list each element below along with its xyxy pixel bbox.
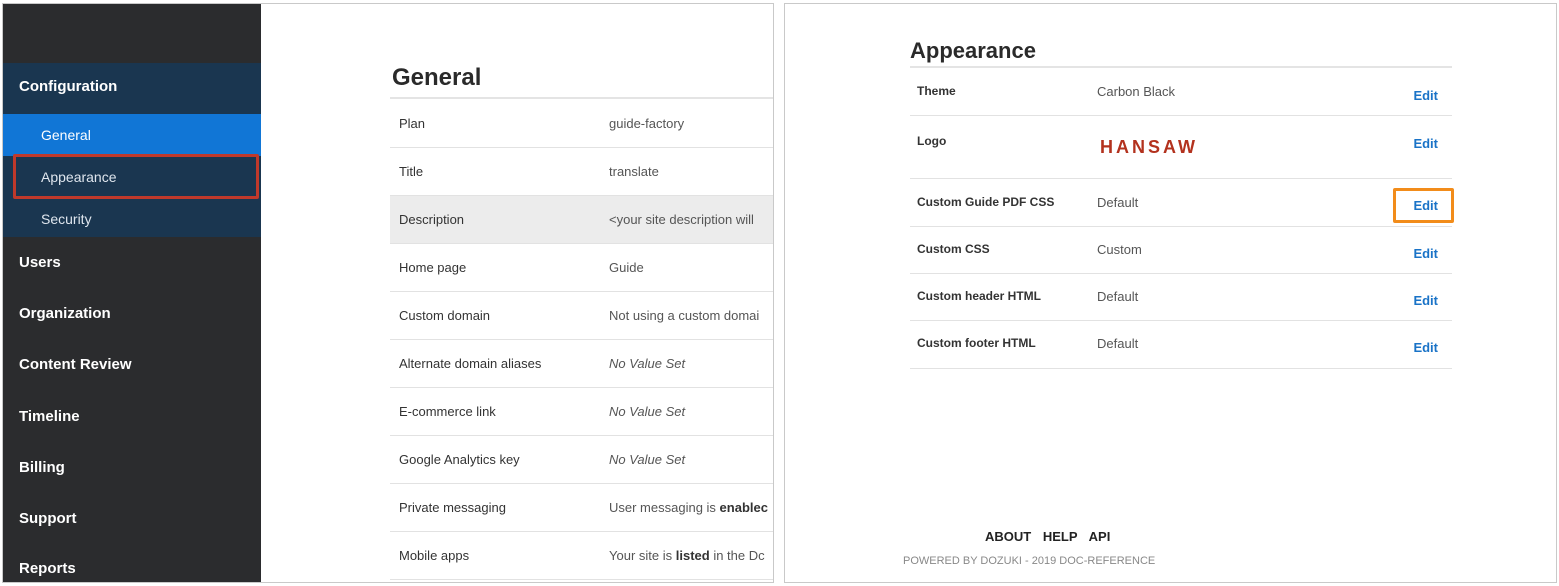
value-emphasis: listed [675, 548, 710, 563]
settings-row: Custom domain Not using a custom domai [390, 292, 773, 340]
footer-api-link[interactable]: API [1089, 529, 1111, 544]
sidebar-item-configuration[interactable]: Configuration [19, 78, 117, 95]
appearance-row-header-html: Custom header HTML Default Edit [910, 274, 1452, 321]
setting-label: Custom CSS [917, 242, 990, 256]
setting-label: Logo [917, 134, 947, 148]
settings-row: Mobile apps Your site is listed in the D… [390, 532, 773, 580]
sidebar-subitem-general[interactable]: General [3, 114, 261, 156]
appearance-row-logo: Logo HANSAW Edit [910, 116, 1452, 179]
edit-pdf-css-link[interactable]: Edit [1413, 198, 1438, 213]
footer-links: ABOUT HELP API [985, 529, 1118, 544]
sidebar-item-users[interactable]: Users [19, 254, 61, 271]
sidebar-subitem-security[interactable]: Security [3, 198, 261, 240]
setting-label: Theme [917, 84, 956, 98]
settings-row: E-commerce link No Value Set [390, 388, 773, 436]
setting-label: Title [399, 164, 424, 179]
settings-row: Alternate domain aliases No Value Set [390, 340, 773, 388]
setting-label: Custom header HTML [917, 289, 1042, 303]
edit-header-html-link[interactable]: Edit [1413, 293, 1438, 308]
setting-value: Default [1097, 289, 1139, 304]
right-screenshot-panel: Appearance Theme Carbon Black Edit Logo … [784, 3, 1557, 583]
edit-footer-html-link[interactable]: Edit [1413, 340, 1438, 355]
appearance-row-pdf-css: Custom Guide PDF CSS Default Edit [910, 179, 1454, 227]
hansaw-logo: HANSAW [1100, 137, 1198, 157]
sidebar-item-reports[interactable]: Reports [19, 560, 76, 577]
sidebar-item-timeline[interactable]: Timeline [19, 408, 80, 425]
appearance-page-title: Appearance [910, 38, 1036, 63]
value-emphasis: enablec [719, 500, 768, 515]
setting-label: Custom footer HTML [917, 336, 1036, 350]
settings-row[interactable]: Description <your site description will [390, 196, 773, 244]
setting-value: <your site description will [609, 212, 754, 227]
left-screenshot-panel: Configuration General Appearance Securit… [2, 3, 774, 583]
setting-value: Carbon Black [1097, 84, 1176, 99]
edit-theme-link[interactable]: Edit [1413, 88, 1438, 103]
setting-label: Custom Guide PDF CSS [917, 195, 1055, 209]
general-page-title: General [392, 64, 482, 91]
powered-by-text: POWERED BY DOZUKI - 2019 DOC-REFERENCE [903, 555, 1156, 567]
setting-value: Guide [609, 260, 644, 275]
sidebar-item-content-review[interactable]: Content Review [19, 356, 132, 373]
sidebar-item-organization[interactable]: Organization [19, 305, 111, 322]
setting-value: User messaging is enablec [609, 500, 768, 515]
footer-help-link[interactable]: HELP [1043, 529, 1078, 544]
setting-label: Private messaging [399, 500, 506, 515]
setting-value: No Value Set [609, 452, 686, 467]
sidebar-item-billing[interactable]: Billing [19, 459, 65, 476]
setting-label: Alternate domain aliases [399, 356, 542, 371]
setting-value: Default [1097, 195, 1139, 210]
settings-row: Title translate [390, 148, 773, 196]
settings-row: Private messaging User messaging is enab… [390, 484, 773, 532]
title-divider [390, 97, 773, 99]
setting-label: Mobile apps [399, 548, 470, 563]
settings-row: Home page Guide [390, 244, 773, 292]
appearance-row-custom-css: Custom CSS Custom Edit [910, 227, 1452, 274]
setting-value: Custom [1097, 242, 1142, 257]
setting-label: E-commerce link [399, 404, 496, 419]
setting-value: Default [1097, 336, 1139, 351]
sidebar-item-support[interactable]: Support [19, 510, 77, 527]
admin-sidebar: Configuration General Appearance Securit… [3, 4, 261, 582]
setting-label: Home page [399, 260, 467, 275]
appearance-row-footer-html: Custom footer HTML Default Edit [910, 321, 1452, 369]
setting-label: Custom domain [399, 308, 491, 323]
appearance-row-theme: Theme Carbon Black Edit [910, 68, 1452, 116]
setting-label: Description [399, 212, 465, 227]
footer-about-link[interactable]: ABOUT [985, 529, 1031, 544]
value-text: Your site is [609, 548, 676, 563]
setting-value: No Value Set [609, 404, 686, 419]
sidebar-subitem-appearance[interactable]: Appearance [3, 156, 261, 198]
edit-logo-link[interactable]: Edit [1413, 136, 1438, 151]
setting-label: Plan [399, 116, 426, 131]
setting-value: guide-factory [609, 116, 685, 131]
value-text: User messaging is [609, 500, 720, 515]
setting-value: Your site is listed in the Dc [609, 548, 765, 563]
setting-value: Not using a custom domai [609, 308, 760, 323]
setting-value: No Value Set [609, 356, 686, 371]
settings-row: Plan guide-factory [390, 100, 773, 148]
setting-label: Google Analytics key [399, 452, 520, 467]
edit-custom-css-link[interactable]: Edit [1413, 246, 1438, 261]
settings-row: Google Analytics key No Value Set [390, 436, 773, 484]
value-text: in the Dc [709, 548, 765, 563]
setting-value: translate [609, 164, 659, 179]
